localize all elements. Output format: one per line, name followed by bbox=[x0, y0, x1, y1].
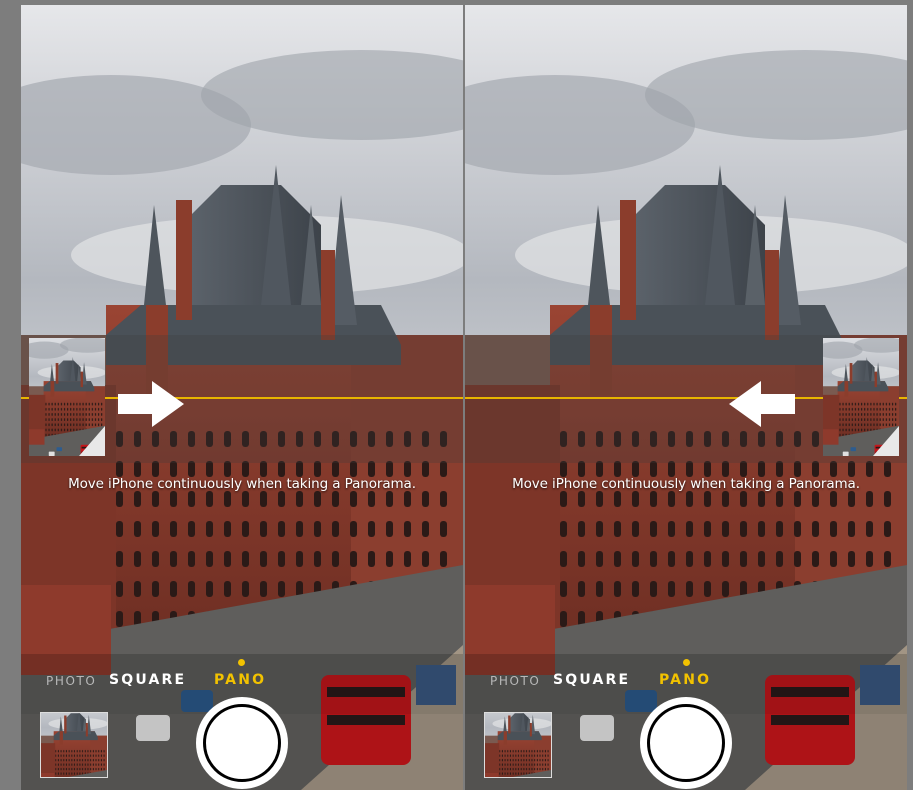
pano-preview-thumbnail bbox=[29, 338, 105, 456]
mode-photo[interactable]: PHOTO bbox=[46, 674, 96, 688]
mode-pano[interactable]: PANO bbox=[659, 672, 711, 688]
shutter-ring bbox=[203, 704, 281, 782]
pano-hint-text: Move iPhone continuously when taking a P… bbox=[512, 476, 860, 492]
mode-square[interactable]: SQUARE bbox=[109, 672, 186, 688]
mode-photo[interactable]: PHOTO bbox=[490, 674, 540, 688]
arrow-left-icon bbox=[729, 381, 795, 427]
mode-square[interactable]: SQUARE bbox=[553, 672, 630, 688]
pano-hint-text: Move iPhone continuously when taking a P… bbox=[68, 476, 416, 492]
gallery-thumbnail[interactable] bbox=[40, 712, 108, 778]
shutter-button[interactable] bbox=[640, 697, 732, 789]
camera-screen-left: Move iPhone continuously when taking a P… bbox=[21, 5, 463, 790]
preview-corner bbox=[79, 426, 105, 456]
preview-corner bbox=[873, 426, 899, 456]
active-mode-indicator bbox=[238, 659, 245, 666]
mode-pano[interactable]: PANO bbox=[214, 672, 266, 688]
pano-preview-thumbnail bbox=[823, 338, 899, 456]
arrow-right-icon bbox=[118, 381, 184, 427]
active-mode-indicator bbox=[683, 659, 690, 666]
shutter-ring bbox=[647, 704, 725, 782]
shutter-button[interactable] bbox=[196, 697, 288, 789]
camera-screen-right: Move iPhone continuously when taking a P… bbox=[465, 5, 907, 790]
gallery-thumbnail[interactable] bbox=[484, 712, 552, 778]
